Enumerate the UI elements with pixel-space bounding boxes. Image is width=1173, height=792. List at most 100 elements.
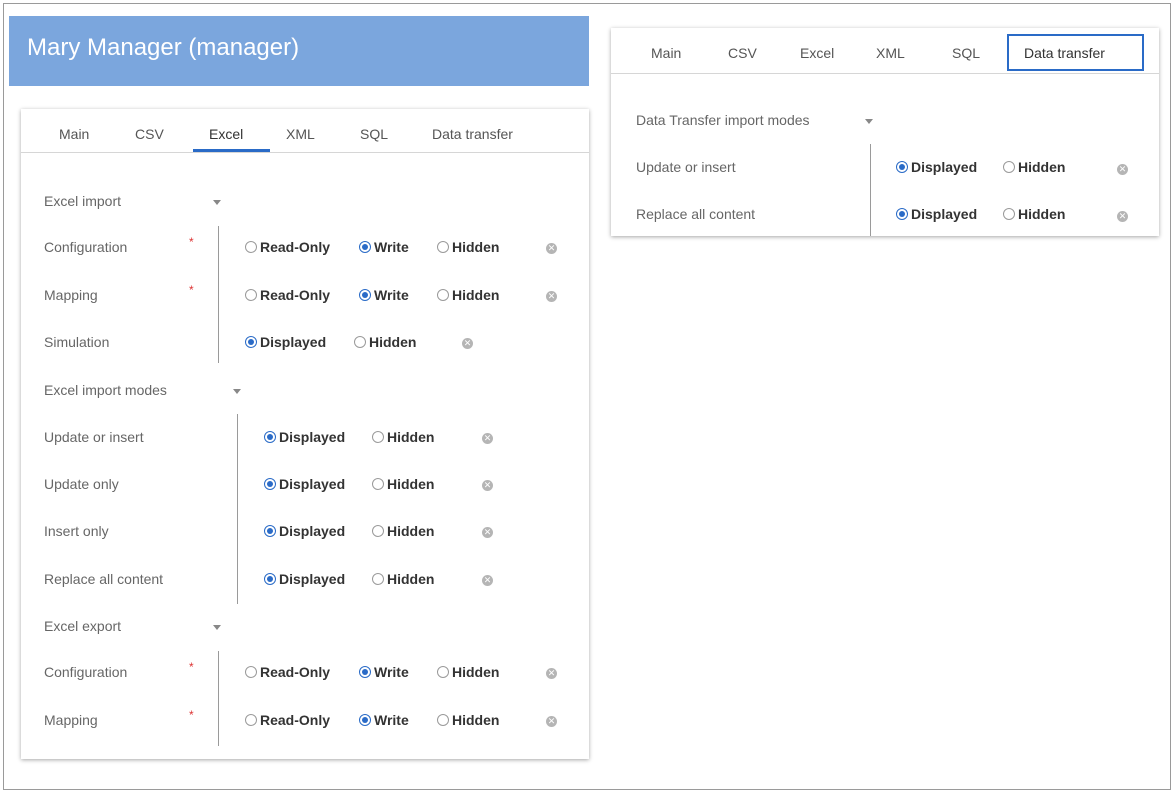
mode-label: Replace all content — [44, 571, 164, 587]
radio-icon — [437, 714, 449, 726]
radio-selected-icon — [359, 714, 371, 726]
option-displayed[interactable]: Displayed — [896, 206, 977, 222]
clear-circle-icon[interactable]: ✕ — [546, 243, 557, 254]
caret-down-icon[interactable] — [213, 200, 221, 205]
clear-circle-icon[interactable]: ✕ — [1117, 164, 1128, 175]
tab-csv[interactable]: CSV — [135, 126, 164, 142]
tab-main[interactable]: Main — [59, 126, 89, 142]
option-read-only[interactable]: Read-Only — [245, 239, 330, 255]
tab-data-transfer[interactable]: Data transfer — [432, 126, 513, 142]
radio-icon — [245, 289, 257, 301]
tab-xml[interactable]: XML — [286, 126, 315, 142]
clear-circle-icon[interactable]: ✕ — [546, 668, 557, 679]
option-hidden[interactable]: Hidden — [354, 334, 416, 350]
option-write[interactable]: Write — [359, 664, 409, 680]
option-hidden[interactable]: Hidden — [437, 712, 499, 728]
mode-label: Replace all content — [636, 206, 756, 222]
mode-label: Update only — [44, 476, 119, 492]
row-label: Mapping — [44, 287, 98, 303]
option-displayed[interactable]: Displayed — [264, 523, 345, 539]
mode-label: Update or insert — [636, 159, 736, 175]
row-label: Simulation — [44, 334, 110, 350]
radio-selected-icon — [359, 289, 371, 301]
caret-down-icon[interactable] — [865, 119, 873, 124]
radio-icon — [372, 525, 384, 537]
option-hidden[interactable]: Hidden — [372, 523, 434, 539]
section-divider — [237, 414, 238, 604]
option-hidden[interactable]: Hidden — [372, 476, 434, 492]
option-displayed[interactable]: Displayed — [264, 476, 345, 492]
option-hidden[interactable]: Hidden — [1003, 159, 1065, 175]
radio-selected-icon — [896, 161, 908, 173]
mode-label: Update or insert — [44, 429, 144, 445]
radio-selected-icon — [264, 573, 276, 585]
mode-label: Insert only — [44, 523, 109, 539]
radio-selected-icon — [264, 431, 276, 443]
section-divider — [218, 651, 219, 746]
radio-icon — [437, 289, 449, 301]
radio-icon — [437, 241, 449, 253]
radio-selected-icon — [359, 241, 371, 253]
radio-icon — [1003, 208, 1015, 220]
radio-icon — [354, 336, 366, 348]
caret-down-icon[interactable] — [213, 625, 221, 630]
clear-circle-icon[interactable]: ✕ — [1117, 211, 1128, 222]
option-write[interactable]: Write — [359, 287, 409, 303]
option-write[interactable]: Write — [359, 239, 409, 255]
tab-excel[interactable]: Excel — [800, 45, 834, 61]
option-displayed[interactable]: Displayed — [245, 334, 326, 350]
clear-circle-icon[interactable]: ✕ — [482, 527, 493, 538]
option-displayed[interactable]: Displayed — [264, 571, 345, 587]
row-label: Configuration — [44, 239, 128, 255]
radio-icon — [437, 666, 449, 678]
tab-bar: Main CSV Excel XML SQL Data transfer — [21, 109, 589, 153]
radio-icon — [245, 241, 257, 253]
caret-down-icon[interactable] — [233, 389, 241, 394]
section-divider — [870, 144, 871, 236]
option-hidden[interactable]: Hidden — [372, 429, 434, 445]
radio-icon — [372, 478, 384, 490]
row-label: Mapping — [44, 712, 98, 728]
radio-icon — [245, 714, 257, 726]
radio-icon — [372, 431, 384, 443]
option-read-only[interactable]: Read-Only — [245, 712, 330, 728]
required-asterisk-icon: * — [189, 660, 194, 674]
tab-sql[interactable]: SQL — [952, 45, 980, 61]
option-read-only[interactable]: Read-Only — [245, 287, 330, 303]
radio-selected-icon — [264, 478, 276, 490]
data-transfer-permissions-panel: Main CSV Excel XML SQL Data transfer Dat… — [611, 28, 1159, 236]
tab-data-transfer[interactable]: Data transfer — [1024, 45, 1105, 61]
clear-circle-icon[interactable]: ✕ — [546, 291, 557, 302]
option-displayed[interactable]: Displayed — [264, 429, 345, 445]
section-excel-export: Excel export — [44, 618, 122, 634]
radio-icon — [1003, 161, 1015, 173]
tab-excel[interactable]: Excel — [209, 126, 243, 142]
radio-selected-icon — [896, 208, 908, 220]
excel-permissions-panel: Main CSV Excel XML SQL Data transfer Exc… — [21, 109, 589, 759]
required-asterisk-icon: * — [189, 708, 194, 722]
active-tab-indicator — [193, 149, 270, 152]
tab-csv[interactable]: CSV — [728, 45, 757, 61]
radio-selected-icon — [245, 336, 257, 348]
option-hidden[interactable]: Hidden — [1003, 206, 1065, 222]
tab-main[interactable]: Main — [651, 45, 681, 61]
option-hidden[interactable]: Hidden — [437, 239, 499, 255]
option-read-only[interactable]: Read-Only — [245, 664, 330, 680]
clear-circle-icon[interactable]: ✕ — [482, 575, 493, 586]
option-hidden[interactable]: Hidden — [437, 287, 499, 303]
option-write[interactable]: Write — [359, 712, 409, 728]
clear-circle-icon[interactable]: ✕ — [546, 716, 557, 727]
clear-circle-icon[interactable]: ✕ — [462, 338, 473, 349]
option-hidden[interactable]: Hidden — [437, 664, 499, 680]
section-excel-import: Excel import — [44, 193, 122, 209]
tab-sql[interactable]: SQL — [360, 126, 388, 142]
option-hidden[interactable]: Hidden — [372, 571, 434, 587]
radio-selected-icon — [264, 525, 276, 537]
option-displayed[interactable]: Displayed — [896, 159, 977, 175]
clear-circle-icon[interactable]: ✕ — [482, 480, 493, 491]
tab-bar: Main CSV Excel XML SQL Data transfer — [611, 28, 1159, 74]
required-asterisk-icon: * — [189, 235, 194, 249]
clear-circle-icon[interactable]: ✕ — [482, 433, 493, 444]
section-divider — [218, 226, 219, 363]
tab-xml[interactable]: XML — [876, 45, 905, 61]
